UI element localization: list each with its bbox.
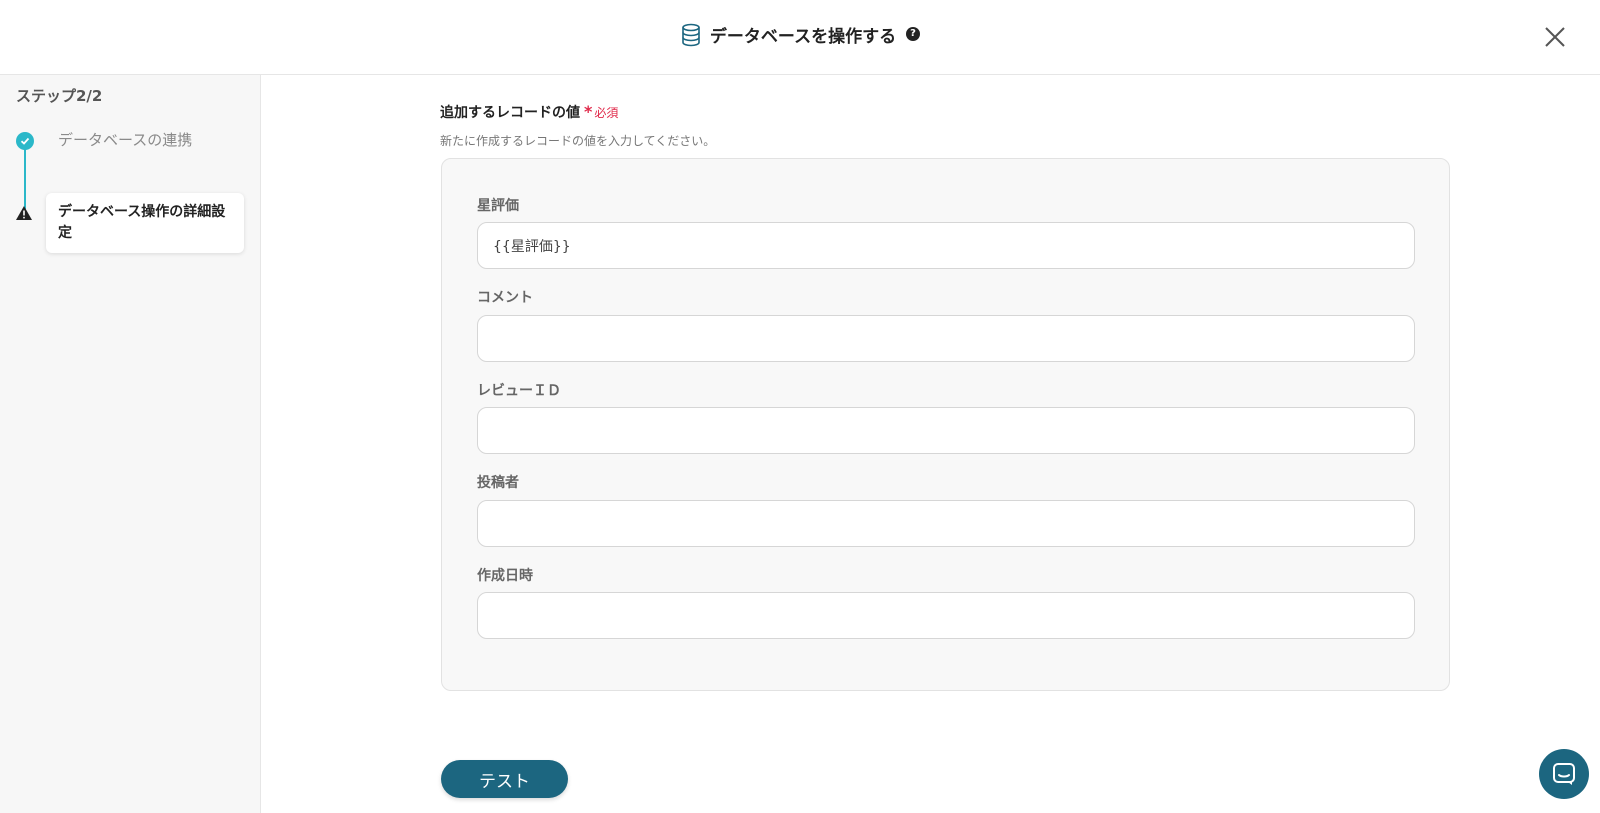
chat-widget-button[interactable] — [1539, 749, 1589, 799]
section-title-text: 追加するレコードの値 — [440, 105, 580, 121]
section-description: 新たに作成するレコードの値を入力してください。 — [440, 134, 716, 148]
main-content: 追加するレコードの値 * 必須 新たに作成するレコードの値を入力してください。 … — [262, 75, 1600, 813]
field-label-review-id: レビューＩＤ — [477, 383, 561, 399]
header: データベースを操作する ? — [0, 0, 1600, 75]
database-icon — [682, 23, 700, 46]
page-title: データベースを操作する — [709, 27, 897, 47]
review-id-input[interactable] — [477, 407, 1415, 454]
section-title: 追加するレコードの値 * 必須 — [440, 102, 618, 122]
field-label-star-rating: 星評価 — [477, 198, 519, 214]
field-label-created-at: 作成日時 — [477, 568, 533, 584]
field-label-author: 投稿者 — [477, 475, 519, 491]
chat-icon — [1553, 763, 1575, 785]
warning-icon — [16, 206, 32, 220]
star-rating-input[interactable] — [477, 222, 1415, 269]
help-icon[interactable]: ? — [906, 26, 921, 41]
step-connector — [24, 141, 26, 209]
required-badge: 必須 — [594, 106, 619, 120]
comment-input[interactable] — [477, 315, 1415, 362]
sidebar: ステップ2/2 データベースの連携 データベース操作の詳細設定 — [0, 75, 261, 813]
test-button[interactable]: テスト — [441, 760, 568, 798]
sidebar-step-database-link[interactable]: データベースの連携 — [58, 129, 192, 150]
header-title-group: データベースを操作する ? — [0, 22, 1600, 47]
author-input[interactable] — [477, 500, 1415, 547]
sidebar-step-operation-detail[interactable]: データベース操作の詳細設定 — [46, 193, 244, 253]
created-at-input[interactable] — [477, 592, 1415, 639]
close-icon[interactable] — [1542, 24, 1568, 50]
check-icon — [16, 132, 34, 150]
step-counter: ステップ2/2 — [16, 87, 103, 105]
required-star: * — [584, 102, 593, 121]
record-form: 星評価 コメント レビューＩＤ 投稿者 作成日時 — [441, 158, 1450, 691]
field-label-comment: コメント — [477, 290, 533, 306]
